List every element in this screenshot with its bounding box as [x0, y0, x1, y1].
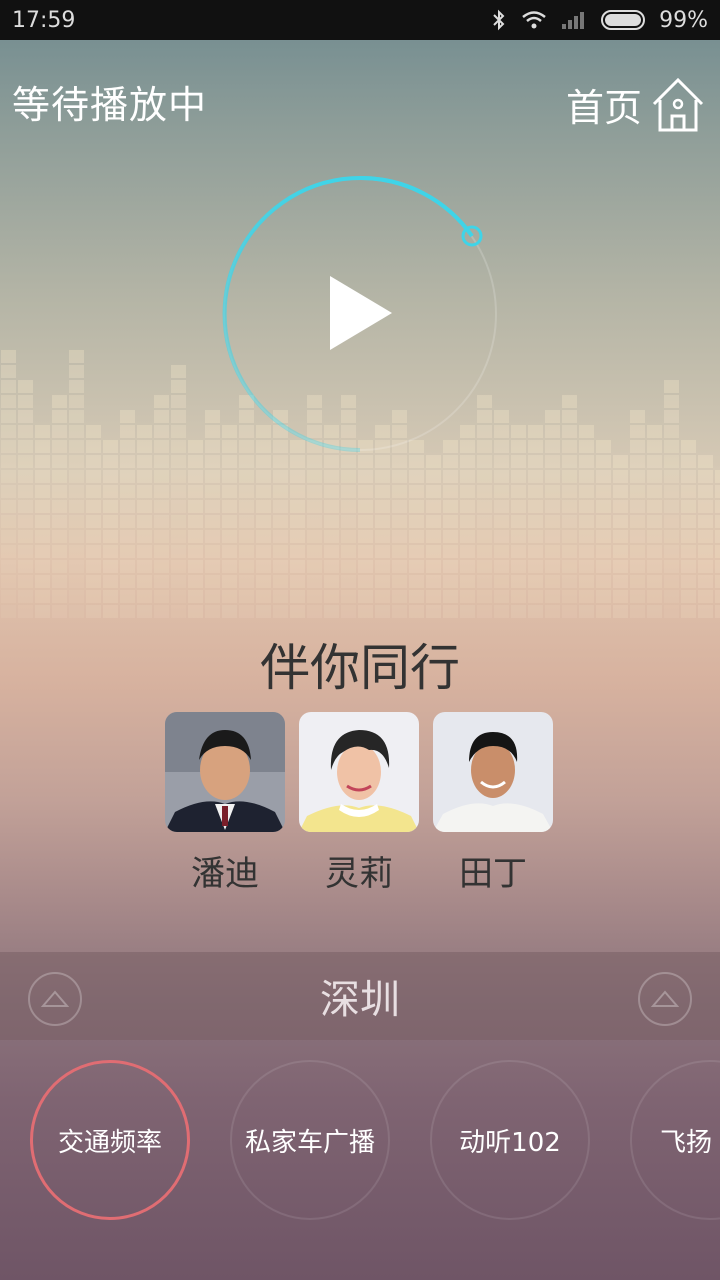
station-button-traffic[interactable]: 交通频率: [30, 1060, 190, 1220]
station-button-feiyang[interactable]: 飞扬: [630, 1060, 720, 1220]
host-name: 潘迪: [191, 854, 259, 894]
station-list: 交通频率 私家车广播 动听102 飞扬: [0, 1058, 720, 1228]
wifi-icon: [522, 11, 546, 29]
city-name[interactable]: 深圳: [320, 967, 400, 1025]
host-avatar: [433, 712, 553, 832]
host-card[interactable]: 潘迪: [165, 712, 285, 895]
station-label: 交通频率: [57, 1127, 162, 1158]
triangle-up-icon: [41, 990, 69, 1007]
bluetooth-icon: [493, 9, 505, 31]
station-label: 动听102: [459, 1127, 561, 1158]
play-icon[interactable]: [330, 276, 392, 350]
host-name: 灵莉: [325, 854, 393, 894]
previous-city-button[interactable]: [28, 972, 82, 1026]
triangle-up-icon: [651, 990, 679, 1007]
host-name: 田丁: [459, 854, 527, 894]
next-city-button[interactable]: [638, 972, 692, 1026]
battery-percent: 99%: [659, 7, 708, 33]
playback-status-title: 等待播放中: [12, 83, 208, 127]
status-bar: 17:59 99%: [0, 0, 720, 40]
status-time: 17:59: [12, 7, 76, 33]
host-card[interactable]: 田丁: [433, 712, 553, 895]
city-selector: 深圳: [0, 952, 720, 1040]
home-label: 首页: [565, 85, 642, 130]
station-label: 私家车广播: [244, 1127, 375, 1158]
station-button-dongting[interactable]: 动听102: [430, 1060, 590, 1220]
host-card[interactable]: 灵莉: [299, 712, 419, 895]
play-control[interactable]: [218, 172, 502, 456]
host-avatar: [299, 712, 419, 832]
battery-icon: [601, 10, 646, 30]
home-button[interactable]: 首页: [566, 74, 706, 134]
signal-icon: [562, 12, 585, 29]
program-title: 伴你同行: [260, 639, 460, 697]
home-icon: [652, 77, 704, 132]
host-avatar: [165, 712, 285, 832]
station-label: 飞扬: [660, 1127, 713, 1158]
host-list: 潘迪 灵莉 田丁: [165, 712, 553, 895]
station-button-private-car[interactable]: 私家车广播: [230, 1060, 390, 1220]
